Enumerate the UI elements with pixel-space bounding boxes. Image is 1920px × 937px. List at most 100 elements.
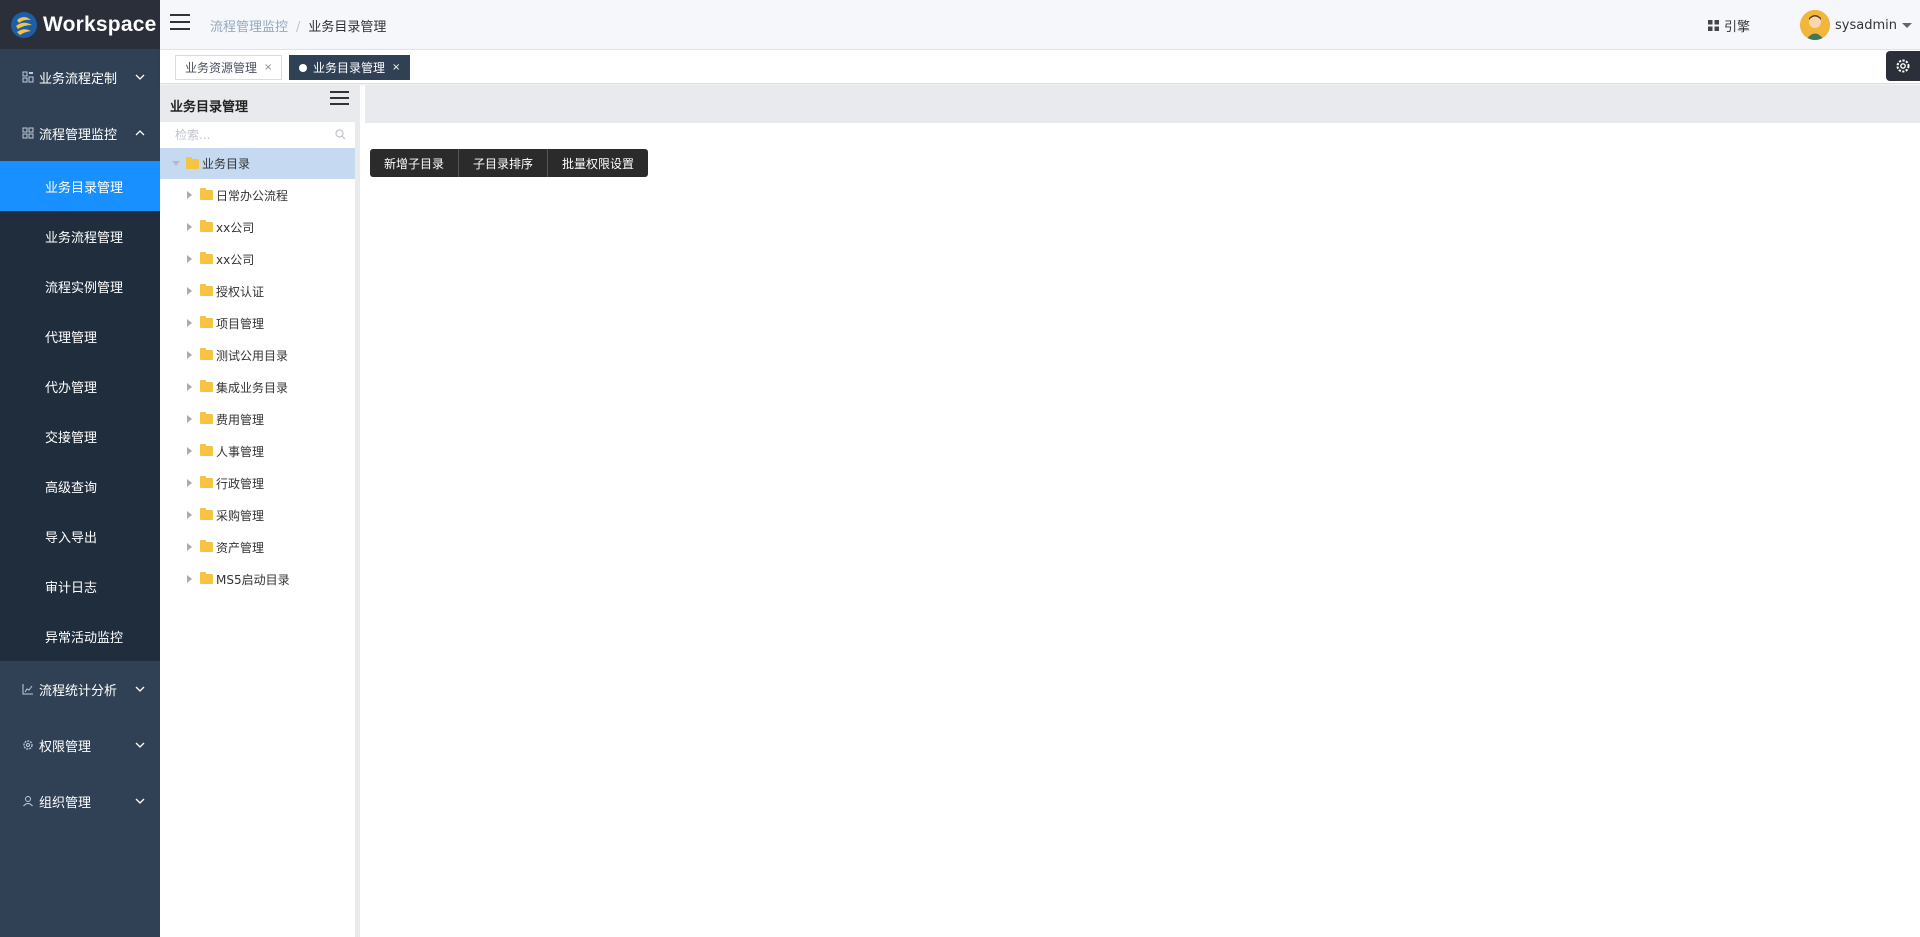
- folder-icon: [200, 380, 213, 392]
- menu-group-statistics[interactable]: 流程统计分析: [0, 661, 160, 717]
- toolbar-button-group: 新增子目录 子目录排序 批量权限设置: [370, 149, 649, 177]
- expand-arrow-icon[interactable]: [187, 191, 192, 199]
- tree-node[interactable]: 费用管理: [160, 403, 355, 435]
- expand-arrow-icon[interactable]: [187, 223, 192, 231]
- breadcrumb-separator: /: [296, 20, 301, 35]
- expand-arrow-icon[interactable]: [187, 543, 192, 551]
- expand-arrow-icon[interactable]: [187, 255, 192, 263]
- user-menu[interactable]: sysadmin: [1800, 10, 1912, 40]
- tree-node[interactable]: 集成业务目录: [160, 371, 355, 403]
- breadcrumb-item[interactable]: 流程管理监控: [210, 20, 288, 35]
- tree-node[interactable]: 测试公用目录: [160, 339, 355, 371]
- batch-permission-button[interactable]: 批量权限设置: [548, 149, 649, 177]
- tree-node-label: 行政管理: [216, 476, 265, 491]
- chevron-down-icon: [135, 74, 145, 80]
- add-subdirectory-button[interactable]: 新增子目录: [370, 149, 460, 177]
- workflow-icon: [22, 71, 34, 83]
- breadcrumb: 流程管理监控 / 业务目录管理: [210, 16, 386, 35]
- sidebar-item-advanced-query[interactable]: 高级查询: [0, 461, 160, 511]
- engine-button[interactable]: 引擎: [1708, 16, 1750, 35]
- folder-icon: [200, 348, 213, 360]
- menu-group-label: 流程管理监控: [39, 127, 118, 143]
- tree-node[interactable]: 日常办公流程: [160, 179, 355, 211]
- gear-icon: [1896, 59, 1910, 73]
- tree-node[interactable]: 行政管理: [160, 467, 355, 499]
- tree-search-input[interactable]: [160, 122, 355, 148]
- expand-arrow-icon[interactable]: [187, 383, 192, 391]
- tree-node-label: MS5启动目录: [216, 572, 290, 587]
- menu-group-permissions[interactable]: 权限管理: [0, 717, 160, 773]
- expand-arrow-icon[interactable]: [187, 575, 192, 583]
- menu-group-label: 组织管理: [39, 795, 92, 811]
- expand-arrow-icon[interactable]: [187, 287, 192, 295]
- tree-node[interactable]: xx公司: [160, 211, 355, 243]
- menu-group-process-monitor[interactable]: 流程管理监控: [0, 105, 160, 161]
- folder-icon: [200, 444, 213, 456]
- tree-node-label: 项目管理: [216, 316, 265, 331]
- tab-directory-management[interactable]: 业务目录管理 ×: [289, 55, 411, 80]
- tree-menu-icon[interactable]: [330, 91, 349, 105]
- user-name: sysadmin: [1835, 17, 1897, 33]
- tree-root-node[interactable]: 业务目录: [160, 148, 355, 179]
- menu-group-label: 流程统计分析: [39, 683, 118, 699]
- menu-group-organization[interactable]: 组织管理: [0, 773, 160, 829]
- expand-arrow-icon[interactable]: [187, 511, 192, 519]
- tree-node-label: 费用管理: [216, 412, 265, 427]
- tab-label: 业务资源管理: [185, 61, 258, 75]
- settings-button[interactable]: [1886, 51, 1920, 81]
- sort-subdirectory-button[interactable]: 子目录排序: [459, 149, 549, 177]
- tree-node-label: xx公司: [216, 252, 255, 267]
- folder-icon: [186, 156, 199, 169]
- folder-icon: [200, 252, 213, 264]
- menu-group-workflow-custom[interactable]: 业务流程定制: [0, 49, 160, 105]
- tree-node[interactable]: 采购管理: [160, 499, 355, 531]
- tree-node-label: 测试公用目录: [216, 348, 289, 363]
- folder-icon: [200, 508, 213, 520]
- tree-node[interactable]: MS5启动目录: [160, 563, 355, 595]
- sidebar-item-import-export[interactable]: 导入导出: [0, 511, 160, 561]
- breadcrumb-current: 业务目录管理: [308, 20, 387, 35]
- chevron-down-icon: [135, 686, 145, 692]
- menu-group-label: 业务流程定制: [39, 71, 118, 87]
- tree-node-label: 资产管理: [216, 540, 265, 555]
- folder-icon: [200, 188, 213, 200]
- sidebar-item-directory-management[interactable]: 业务目录管理: [0, 161, 160, 211]
- topbar: 流程管理监控 / 业务目录管理 引擎 sysadmin: [160, 0, 1920, 50]
- gear-icon: [23, 740, 33, 750]
- engine-label: 引擎: [1724, 20, 1751, 35]
- tree-node-label: 人事管理: [216, 444, 265, 459]
- tree-node[interactable]: 资产管理: [160, 531, 355, 563]
- collapse-arrow-icon[interactable]: [172, 161, 180, 166]
- folder-icon: [200, 284, 213, 296]
- sidebar-item-proxy-management[interactable]: 代办管理: [0, 361, 160, 411]
- folder-icon: [200, 316, 213, 328]
- sidebar-item-exception-monitor[interactable]: 异常活动监控: [0, 611, 160, 661]
- tree-node[interactable]: 项目管理: [160, 307, 355, 339]
- expand-arrow-icon[interactable]: [187, 351, 192, 359]
- hamburger-menu-icon[interactable]: [170, 14, 190, 30]
- expand-arrow-icon[interactable]: [187, 415, 192, 423]
- folder-icon: [200, 220, 213, 232]
- chart-icon: [22, 684, 33, 695]
- sidebar-item-handover-management[interactable]: 交接管理: [0, 411, 160, 461]
- close-icon[interactable]: ×: [392, 62, 400, 73]
- expand-arrow-icon[interactable]: [187, 319, 192, 327]
- sidebar-item-process-management[interactable]: 业务流程管理: [0, 211, 160, 261]
- expand-arrow-icon[interactable]: [187, 447, 192, 455]
- sidebar-item-agent-management[interactable]: 代理管理: [0, 311, 160, 361]
- logo-icon: [11, 11, 37, 38]
- directory-tree-panel: 业务目录管理 业务目录 日常办公流程 xx公司 xx公司 授权认证 项目管理 测…: [160, 85, 360, 937]
- tree-node[interactable]: 人事管理: [160, 435, 355, 467]
- tree-node[interactable]: xx公司: [160, 243, 355, 275]
- tab-resource-management[interactable]: 业务资源管理 ×: [175, 55, 283, 80]
- tree-node[interactable]: 授权认证: [160, 275, 355, 307]
- search-icon[interactable]: [335, 129, 346, 140]
- user-icon: [23, 796, 33, 807]
- chevron-down-icon: [135, 798, 145, 804]
- sidebar-item-instance-management[interactable]: 流程实例管理: [0, 261, 160, 311]
- close-icon[interactable]: ×: [264, 62, 272, 73]
- apps-grid-icon: [1708, 20, 1719, 31]
- active-dot-icon: [299, 63, 307, 72]
- sidebar-item-audit-log[interactable]: 审计日志: [0, 561, 160, 611]
- expand-arrow-icon[interactable]: [187, 479, 192, 487]
